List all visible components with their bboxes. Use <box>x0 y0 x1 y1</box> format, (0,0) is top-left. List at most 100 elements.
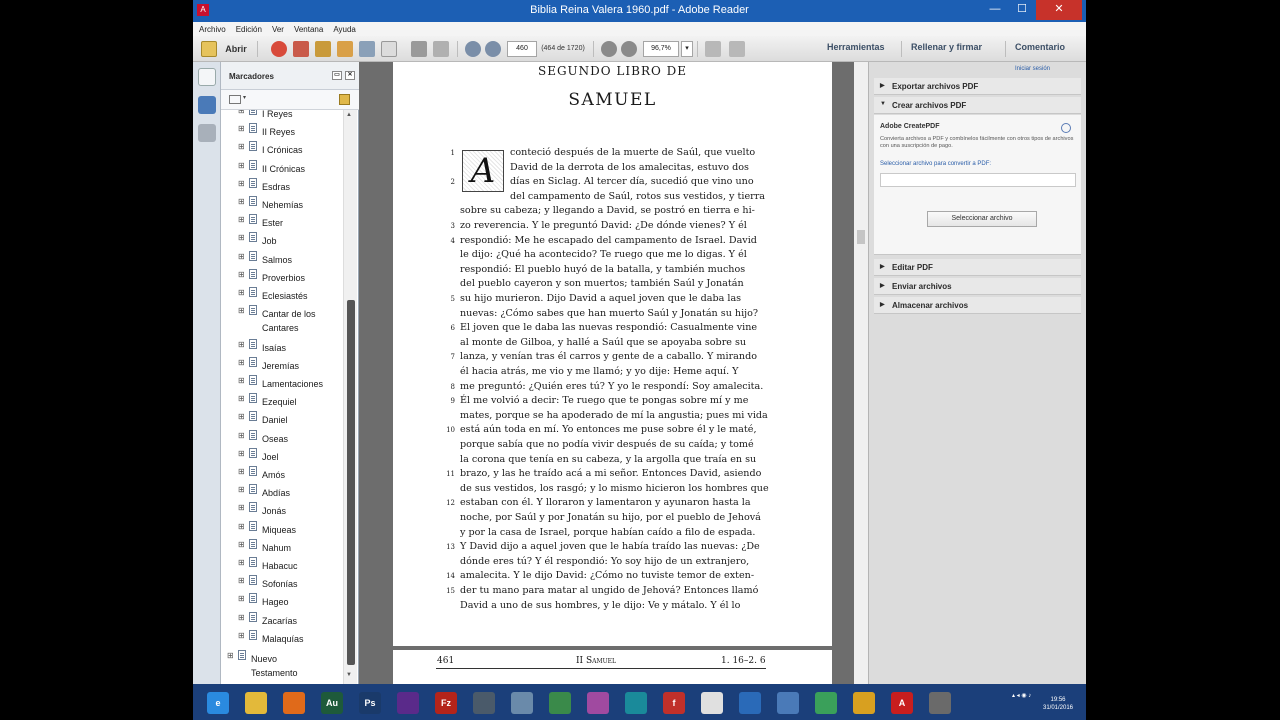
bookmark-item[interactable]: ⊞ Nahum <box>221 538 343 557</box>
expand-icon[interactable]: ⊞ <box>238 467 245 476</box>
bookmark-item[interactable]: ⊞ II Reyes <box>221 123 343 141</box>
app-icon-10[interactable] <box>587 692 609 714</box>
expand-icon[interactable]: ⊞ <box>238 233 245 242</box>
photoshop-icon[interactable]: Ps <box>359 692 381 714</box>
expand-icon[interactable]: ⊞ <box>238 358 245 367</box>
expand-icon[interactable]: ⊞ <box>238 449 245 458</box>
page-number-input[interactable]: 460 <box>507 41 537 57</box>
bookmark-item[interactable]: ⊞ Ezequiel <box>221 393 343 411</box>
bookmark-item[interactable]: ⊞ Amós <box>221 466 343 484</box>
expand-icon[interactable]: ⊞ <box>238 376 245 385</box>
app-icon-8[interactable] <box>511 692 533 714</box>
clock[interactable]: 19:56 31/01/2016 <box>1033 696 1083 712</box>
select-file-link[interactable]: Seleccionar archivo para convertir a PDF… <box>880 161 991 167</box>
expand-icon[interactable]: ⊞ <box>238 594 245 603</box>
document-scrollbar[interactable] <box>854 62 868 684</box>
tools-icon[interactable] <box>473 692 495 714</box>
app-icon-19[interactable] <box>929 692 951 714</box>
panel-close-icon[interactable]: ✕ <box>345 71 355 80</box>
bookmark-item[interactable]: ⊞ I Crónicas <box>221 141 343 159</box>
audition-icon[interactable]: Au <box>321 692 343 714</box>
bookmark-item[interactable]: ⊞ Zacarías <box>221 611 343 630</box>
file-select-field[interactable] <box>880 173 1076 187</box>
adobe-reader-taskbar-icon[interactable]: A <box>891 692 913 714</box>
print-icon[interactable] <box>411 41 427 57</box>
visual-studio-icon[interactable] <box>397 692 419 714</box>
fit-page-icon[interactable] <box>705 41 721 57</box>
tools-tab[interactable]: Herramientas <box>827 42 885 52</box>
bookmark-item[interactable]: ⊞ Jeremías <box>221 356 343 375</box>
expand-icon[interactable]: ⊞ <box>238 540 245 549</box>
expand-icon[interactable]: ⊞ <box>238 503 245 512</box>
expand-icon[interactable]: ⊞ <box>238 394 245 403</box>
scrollbar-thumb[interactable] <box>347 300 355 665</box>
app-icon-12[interactable]: f <box>663 692 685 714</box>
arduino-icon[interactable] <box>625 692 647 714</box>
bookmark-item[interactable]: ⊞ Proverbios <box>221 268 343 287</box>
sign-icon[interactable] <box>337 41 353 57</box>
edit-pdf-section[interactable]: ▶ Editar PDF <box>874 259 1081 276</box>
expand-icon[interactable]: ⊞ <box>238 252 245 261</box>
select-file-button[interactable]: Seleccionar archivo <box>927 211 1037 227</box>
send-files-section[interactable]: ▶ Enviar archivos <box>874 278 1081 295</box>
file-explorer-icon[interactable] <box>245 692 267 714</box>
menu-archivo[interactable]: Archivo <box>193 22 230 34</box>
expand-icon[interactable]: ⊞ <box>238 197 245 206</box>
system-tray-icons[interactable]: ▴ ◂ ◉ ♪ <box>1012 692 1031 699</box>
document-scrollbar-thumb[interactable] <box>857 230 865 244</box>
zoom-input[interactable]: 96,7% <box>643 41 679 57</box>
expand-icon[interactable]: ⊞ <box>238 270 245 279</box>
sign-in-link[interactable]: Iniciar sesión <box>1015 66 1050 72</box>
zoom-in-icon[interactable] <box>621 41 637 57</box>
expand-icon[interactable]: ⊞ <box>238 288 245 297</box>
attachments-icon[interactable] <box>198 124 216 142</box>
expand-icon[interactable]: ⊞ <box>238 558 245 567</box>
edit-pdf-icon[interactable] <box>315 41 331 57</box>
menu-ver[interactable]: Ver <box>266 22 288 34</box>
panel-restore-icon[interactable]: ▭ <box>332 71 342 80</box>
expand-icon[interactable]: ⊞ <box>238 631 245 640</box>
jdk-icon[interactable] <box>739 692 761 714</box>
expand-icon[interactable]: ⊞ <box>238 215 245 224</box>
expand-icon[interactable]: ⊞ <box>238 522 245 531</box>
new-bookmark-icon[interactable] <box>339 94 350 105</box>
expand-icon[interactable]: ⊞ <box>238 340 245 349</box>
bookmark-item[interactable]: ⊞ Job <box>221 232 343 250</box>
bookmark-item[interactable]: ⊞ Malaquías <box>221 629 343 648</box>
options-icon[interactable] <box>229 95 241 104</box>
comment-tab[interactable]: Comentario <box>1015 42 1065 52</box>
fill-sign-tab[interactable]: Rellenar y firmar <box>911 42 982 52</box>
page-thumbnails-icon[interactable] <box>198 68 216 86</box>
bookmark-item[interactable]: ⊞ Joel <box>221 447 343 466</box>
bookmark-item[interactable]: ⊞ Abdías <box>221 484 343 502</box>
bookmark-item[interactable]: ⊞ Salmos <box>221 250 343 269</box>
save-icon[interactable] <box>381 41 397 57</box>
next-page-icon[interactable] <box>485 41 501 57</box>
bookmark-item[interactable]: ⊞ Ester <box>221 214 343 232</box>
bookmark-item[interactable]: ⊞ Cantar de los Cantares <box>221 305 343 333</box>
export-pdf-icon[interactable] <box>293 41 309 57</box>
menu-ventana[interactable]: Ventana <box>288 22 327 34</box>
minimize-button[interactable]: — <box>982 0 1008 20</box>
chrome-icon[interactable] <box>815 692 837 714</box>
bookmark-item[interactable]: ⊞ II Crónicas <box>221 159 343 178</box>
virtualbox-icon[interactable] <box>777 692 799 714</box>
expand-icon[interactable]: ⊞ <box>238 110 245 115</box>
bookmark-item[interactable]: ⊞ Lamentaciones <box>221 375 343 393</box>
maximize-button[interactable]: ☐ <box>1009 0 1035 20</box>
bookmark-item[interactable]: ⊞ Sofonías <box>221 575 343 593</box>
app-icon-17[interactable] <box>853 692 875 714</box>
open-button[interactable]: Abrir <box>223 40 249 58</box>
bookmark-item[interactable]: ⊞ Habacuc <box>221 557 343 575</box>
firefox-icon[interactable] <box>283 692 305 714</box>
expand-icon[interactable]: ⊞ <box>238 161 245 170</box>
bookmark-item[interactable]: ⊞ Jonás <box>221 502 343 520</box>
expand-icon[interactable]: ⊞ <box>238 142 245 151</box>
app-icon-9[interactable] <box>549 692 571 714</box>
expand-icon[interactable]: ⊞ <box>238 431 245 440</box>
expand-icon[interactable]: ⊞ <box>238 613 245 622</box>
email-icon[interactable] <box>433 41 449 57</box>
menu-edicion[interactable]: Edición <box>230 22 266 34</box>
expand-icon[interactable]: ⊞ <box>238 306 245 315</box>
internet-explorer-icon[interactable]: e <box>207 692 229 714</box>
